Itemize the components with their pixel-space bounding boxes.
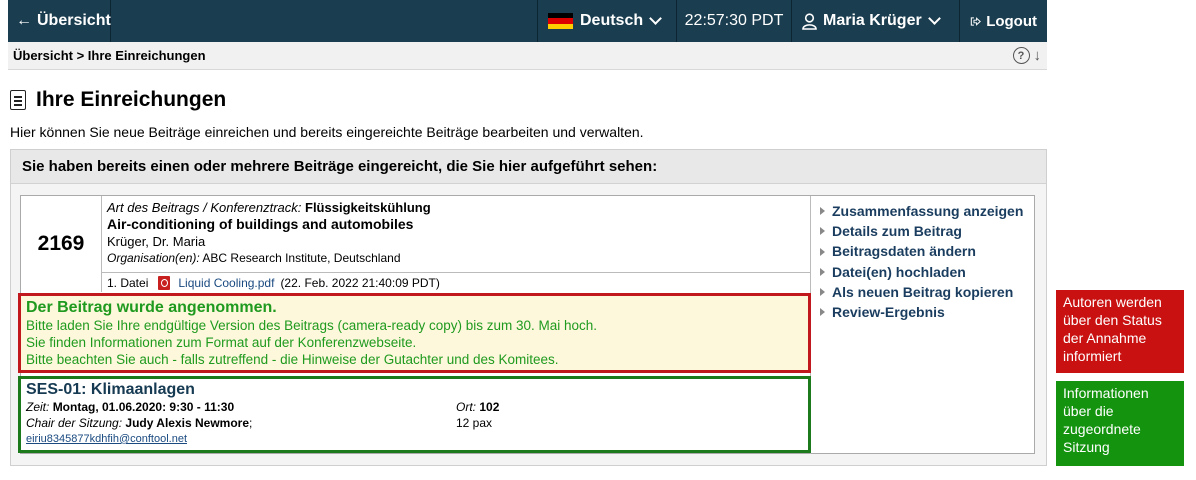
action-label: Datei(en) hochladen [832, 263, 966, 280]
arrow-left-icon: ← [16, 12, 32, 29]
session-title: SES-01: Klimaanlagen [26, 381, 195, 398]
triangle-right-icon [820, 247, 825, 256]
annotation-session-info: Informationen über die zugeordnete Sitzu… [1056, 381, 1184, 466]
document-icon [10, 90, 26, 110]
german-flag-icon [548, 13, 573, 29]
acceptance-notice: Der Beitrag wurde angenommen. Bitte lade… [18, 293, 811, 373]
track-label: Art des Beitrags / Konferenztrack: [107, 200, 302, 215]
session-time-value: Montag, 01.06.2020: 9:30 - 11:30 [52, 400, 235, 414]
action-copy-submission[interactable]: Als neuen Beitrag kopieren [820, 282, 1035, 302]
submissions-panel-header: Sie haben bereits einen oder mehrere Bei… [11, 150, 1046, 184]
chevron-down-icon [649, 12, 662, 25]
pdf-icon [158, 275, 171, 290]
top-navigation-bar: ← Übersicht Deutsch 22:57:30 PDT Maria K… [8, 0, 1047, 42]
track-value: Flüssigkeitskühlung [305, 200, 431, 215]
user-name: Maria Krüger [823, 12, 922, 29]
action-label: Als neuen Beitrag kopieren [832, 283, 1014, 300]
track-line: Art des Beitrags / Konferenztrack: Flüss… [107, 199, 805, 216]
logout-icon [970, 16, 981, 26]
file-link[interactable]: Liquid Cooling.pdf [178, 276, 274, 290]
clock-display: 22:57:30 PDT [677, 0, 792, 42]
chevron-down-icon [927, 12, 941, 25]
breadcrumb: Übersicht > Ihre Einreichungen ? ↓ [8, 42, 1047, 70]
acceptance-line: Bitte beachten Sie auch - falls zutreffe… [26, 352, 559, 367]
breadcrumb-tools: ? ↓ [1012, 47, 1042, 64]
user-icon [802, 12, 817, 30]
action-label: Zusammenfassung anzeigen [832, 203, 1024, 219]
session-row: Chair der Sitzung: Judy Alexis Newmore; … [26, 415, 803, 431]
action-edit-data[interactable]: Beitragsdaten ändern [820, 241, 1035, 261]
session-row: Zeit: Montag, 01.06.2020: 9:30 - 11:30 O… [26, 399, 803, 415]
submission-info: Art des Beitrags / Konferenztrack: Flüss… [102, 196, 810, 272]
annotation-acceptance-status: Autoren werden über den Status der Annah… [1056, 290, 1184, 373]
session-time-label: Zeit: [26, 400, 50, 414]
triangle-right-icon [820, 287, 825, 296]
submission-number: 2169 [21, 196, 102, 292]
page-title: Ihre Einreichungen [10, 88, 226, 112]
session-chair-suffix: ; [249, 416, 253, 430]
breadcrumb-text[interactable]: Übersicht > Ihre Einreichungen [13, 48, 206, 63]
action-label: Details zum Beitrag [832, 223, 962, 240]
logout-label: Logout [986, 12, 1037, 30]
overview-label: Übersicht [37, 12, 111, 29]
arrow-down-icon[interactable]: ↓ [1034, 47, 1042, 64]
language-label: Deutsch [580, 12, 644, 29]
session-place: Ort: 102 [456, 399, 499, 415]
overview-button[interactable]: ← Übersicht [8, 0, 111, 42]
session-chair-label: Chair der Sitzung: [26, 416, 123, 430]
language-selector[interactable]: Deutsch [538, 0, 677, 42]
session-chair-value: Judy Alexis Newmore [125, 416, 249, 430]
submission-card: 2169 Art des Beitrags / Konferenztrack: … [18, 195, 1035, 454]
action-review-result[interactable]: Review-Ergebnis [820, 302, 1035, 322]
action-label: Beitragsdaten ändern [832, 243, 976, 260]
submission-authors: Krüger, Dr. Maria [107, 234, 206, 249]
chair-email-link[interactable]: eiriu8345877kdhfih@conftool.net [26, 431, 803, 447]
action-label: Review-Ergebnis [832, 304, 945, 321]
session-chair: Chair der Sitzung: Judy Alexis Newmore; [26, 415, 456, 431]
user-menu[interactable]: Maria Krüger [792, 0, 960, 42]
submission-actions: Zusammenfassung anzeigen Details zum Bei… [810, 196, 1035, 454]
session-place-value: 102 [479, 400, 500, 414]
org-label: Organisation(en): [107, 251, 200, 265]
acceptance-heading: Der Beitrag wurde angenommen. [26, 299, 277, 316]
logout-button[interactable]: Logout [960, 0, 1047, 42]
org-value: ABC Research Institute, Deutschland [202, 251, 401, 265]
file-label: 1. Datei [107, 275, 149, 290]
acceptance-line: Sie finden Informationen zum Format auf … [26, 335, 417, 350]
triangle-right-icon [820, 267, 825, 276]
triangle-right-icon [820, 207, 825, 216]
action-details[interactable]: Details zum Beitrag [820, 221, 1035, 241]
page-intro: Hier können Sie neue Beiträge einreichen… [10, 124, 644, 140]
page-title-text: Ihre Einreichungen [36, 88, 227, 111]
acceptance-line: Bitte laden Sie Ihre endgültige Version … [26, 318, 598, 333]
session-info: SES-01: Klimaanlagen Zeit: Montag, 01.06… [18, 376, 811, 453]
session-time: Zeit: Montag, 01.06.2020: 9:30 - 11:30 [26, 399, 456, 415]
action-summary[interactable]: Zusammenfassung anzeigen [820, 201, 1035, 221]
org-line: Organisation(en): ABC Research Institute… [107, 250, 805, 267]
action-upload-files[interactable]: Datei(en) hochladen [820, 262, 1035, 282]
session-place-label: Ort: [456, 400, 476, 414]
session-capacity: 12 pax [456, 416, 493, 430]
submissions-panel: Sie haben bereits einen oder mehrere Bei… [10, 149, 1047, 466]
triangle-right-icon [820, 227, 825, 236]
file-row: 1. Datei Liquid Cooling.pdf (22. Feb. 20… [102, 272, 810, 292]
help-icon[interactable]: ? [1012, 47, 1030, 64]
file-date: (22. Feb. 2022 21:40:09 PDT) [280, 275, 440, 290]
triangle-right-icon [820, 308, 825, 317]
submission-title: Air-conditioning of buildings and automo… [107, 216, 414, 232]
topbar-spacer [111, 0, 538, 42]
